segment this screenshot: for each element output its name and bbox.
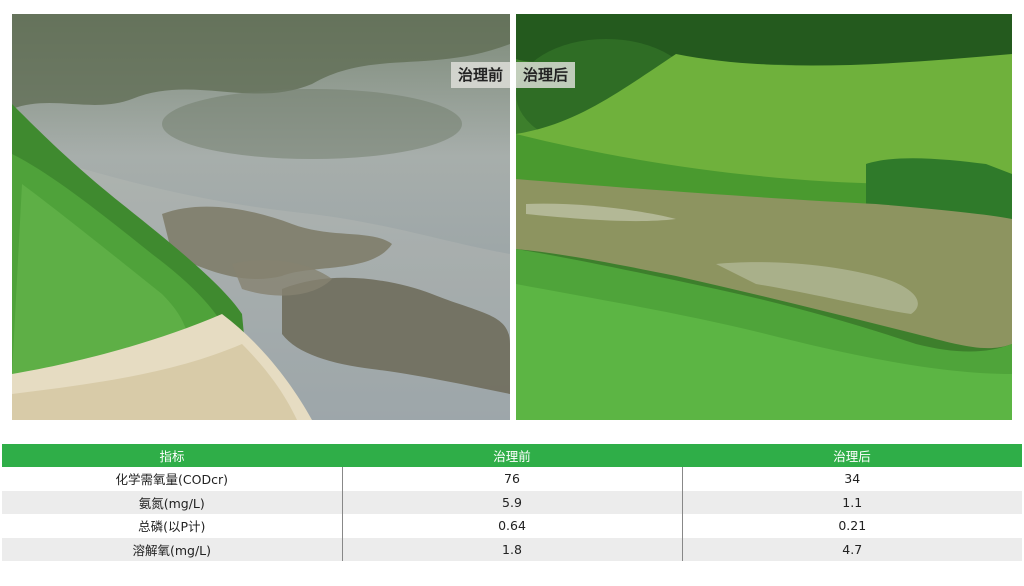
table-row: 化学需氧量(CODcr) 76 34 bbox=[2, 467, 1022, 491]
after-value-cell: 4.7 bbox=[682, 537, 1022, 561]
indicator-cell: 化学需氧量(CODcr) bbox=[2, 467, 343, 491]
before-value-cell: 5.9 bbox=[342, 490, 683, 514]
restored-river-image bbox=[516, 14, 1012, 420]
after-value-cell: 34 bbox=[682, 467, 1022, 491]
after-value-cell: 0.21 bbox=[682, 514, 1022, 538]
indicator-cell: 氨氮(mg/L) bbox=[2, 490, 343, 514]
after-treatment-photo: 治理后 bbox=[516, 14, 1012, 420]
header-indicator: 指标 bbox=[2, 444, 342, 467]
after-label: 治理后 bbox=[516, 62, 576, 88]
table-row: 氨氮(mg/L) 5.9 1.1 bbox=[2, 490, 1022, 514]
polluted-river-image bbox=[12, 14, 510, 420]
table-row: 总磷(以P计) 0.64 0.21 bbox=[2, 514, 1022, 538]
table-row: 溶解氧(mg/L) 1.8 4.7 bbox=[2, 537, 1022, 561]
before-value-cell: 0.64 bbox=[342, 514, 683, 538]
before-value-cell: 1.8 bbox=[342, 537, 683, 561]
indicator-cell: 溶解氧(mg/L) bbox=[2, 537, 343, 561]
water-quality-table: 指标 治理前 治理后 化学需氧量(CODcr) 76 34 氨氮(mg/L) 5… bbox=[2, 444, 1022, 561]
header-before: 治理前 bbox=[342, 444, 682, 467]
header-after: 治理后 bbox=[682, 444, 1022, 467]
after-value-cell: 1.1 bbox=[682, 490, 1022, 514]
before-treatment-photo: 治理前 bbox=[12, 14, 510, 420]
before-label: 治理前 bbox=[450, 62, 510, 88]
before-value-cell: 76 bbox=[342, 467, 683, 491]
table-header-row: 指标 治理前 治理后 bbox=[2, 444, 1022, 467]
indicator-cell: 总磷(以P计) bbox=[2, 514, 343, 538]
